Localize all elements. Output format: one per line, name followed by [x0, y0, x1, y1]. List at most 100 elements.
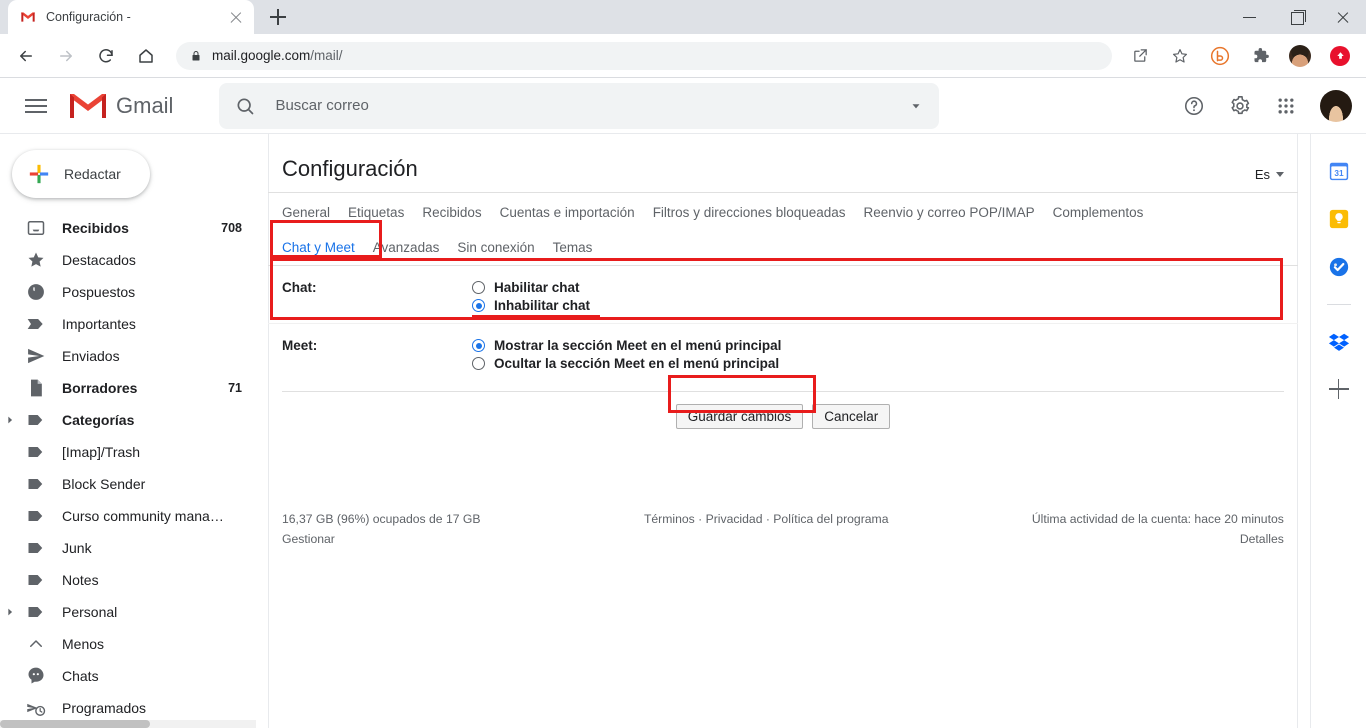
sidebar-item-categor-as[interactable]: Categorías	[0, 404, 256, 436]
expand-chevron-right-icon[interactable]	[0, 607, 20, 617]
sidebar-item-recibidos[interactable]: Recibidos 708	[0, 212, 256, 244]
sidebar-item-personal[interactable]: Personal	[0, 596, 256, 628]
sidebar-item-curso-community-mana[interactable]: Curso community mana…	[0, 500, 256, 532]
settings-tab-avanzadas[interactable]: Avanzadas	[373, 240, 440, 255]
meet-option[interactable]: Mostrar la sección Meet en el menú princ…	[472, 338, 781, 353]
svg-text:31: 31	[1334, 169, 1344, 178]
google-keep-icon[interactable]	[1328, 208, 1350, 230]
chat-bubble-icon	[26, 666, 46, 686]
settings-tab-chat-y-meet[interactable]: Chat y Meet	[282, 240, 355, 255]
window-controls	[1228, 0, 1366, 34]
label-icon	[26, 570, 46, 590]
search-icon	[235, 96, 255, 116]
sidebar-item-chats[interactable]: Chats	[0, 660, 256, 692]
settings-tab-complementos[interactable]: Complementos	[1053, 205, 1144, 220]
language-selector[interactable]: Es	[1255, 167, 1284, 182]
profile-avatar[interactable]	[1285, 41, 1315, 71]
radio-button[interactable]	[472, 339, 485, 352]
sidebar-item-junk[interactable]: Junk	[0, 532, 256, 564]
settings-tab-cuentas-e-importaci-n[interactable]: Cuentas e importación	[500, 205, 635, 220]
gmail-logo[interactable]: Gmail	[68, 91, 173, 121]
radio-label: Inhabilitar chat	[471, 298, 601, 318]
settings-tab-filtros-y-direcciones-bloqueadas[interactable]: Filtros y direcciones bloqueadas	[653, 205, 846, 220]
home-icon[interactable]	[131, 41, 161, 71]
browser-tab[interactable]: Configuración -	[8, 0, 254, 34]
search-input[interactable]	[275, 97, 910, 114]
expand-chevron-right-icon[interactable]	[0, 415, 20, 425]
settings-tab-temas[interactable]: Temas	[553, 240, 593, 255]
google-tasks-icon[interactable]	[1328, 256, 1350, 278]
meet-option[interactable]: Ocultar la sección Meet en el menú princ…	[472, 356, 781, 371]
sidebar-item-borradores[interactable]: Borradores 71	[0, 372, 256, 404]
browser-tabstrip: Configuración -	[0, 0, 1366, 34]
honey-extension-icon[interactable]	[1205, 41, 1235, 71]
sidebar-item-pospuestos[interactable]: Pospuestos	[0, 276, 256, 308]
manage-storage-link[interactable]: Gestionar	[282, 532, 616, 546]
address-bar[interactable]: mail.google.com/mail/	[176, 41, 1112, 70]
gmail-m-icon	[20, 9, 36, 25]
settings-tab-reenvio-y-correo-pop-imap[interactable]: Reenvio y correo POP/IMAP	[864, 205, 1035, 220]
sidebar-item-notes[interactable]: Notes	[0, 564, 256, 596]
side-panel-rail: 31	[1310, 134, 1366, 728]
radio-button[interactable]	[472, 357, 485, 370]
red-extension-icon[interactable]	[1325, 41, 1355, 71]
settings-tab-general[interactable]: General	[282, 205, 330, 220]
sidebar-item-label: Programados	[62, 700, 147, 716]
sidebar-item-imap-trash[interactable]: [Imap]/Trash	[0, 436, 256, 468]
compose-button[interactable]: Redactar	[12, 150, 150, 198]
sidebar-item-label: Destacados	[62, 252, 136, 268]
google-apps-grid-icon[interactable]	[1266, 86, 1306, 126]
radio-button[interactable]	[472, 281, 485, 294]
add-addon-plus-icon[interactable]	[1328, 379, 1349, 399]
settings-tab-sin-conexi-n[interactable]: Sin conexión	[457, 240, 534, 255]
main-menu-icon[interactable]	[12, 82, 60, 130]
cancel-button[interactable]: Cancelar	[812, 404, 891, 429]
settings-tab-etiquetas[interactable]: Etiquetas	[348, 205, 404, 220]
account-avatar[interactable]	[1320, 89, 1352, 122]
extensions-puzzle-icon[interactable]	[1245, 41, 1275, 71]
chevron-up-icon	[26, 634, 46, 654]
search-bar[interactable]	[219, 82, 940, 129]
footer-activity-col: Última actividad de la cuenta: hace 20 m…	[950, 512, 1284, 546]
chat-option[interactable]: Habilitar chat	[472, 280, 590, 295]
chat-option[interactable]: Inhabilitar chat	[471, 298, 601, 318]
help-icon[interactable]	[1174, 86, 1214, 126]
settings-tabs-row-2: Chat y Meet Avanzadas Sin conexión Temas	[268, 230, 1298, 266]
bookmark-star-icon[interactable]	[1165, 41, 1195, 71]
activity-details-link[interactable]: Detalles	[950, 532, 1284, 546]
maximize-icon[interactable]	[1274, 0, 1320, 34]
sidebar-horizontal-scrollbar[interactable]	[0, 720, 256, 728]
scrollbar-thumb[interactable]	[0, 720, 150, 728]
gmail-logo-text: Gmail	[116, 92, 174, 118]
close-window-icon[interactable]	[1320, 0, 1366, 34]
dropbox-icon[interactable]	[1328, 331, 1350, 353]
google-calendar-icon[interactable]: 31	[1328, 160, 1350, 182]
share-icon[interactable]	[1125, 41, 1155, 71]
new-tab-button[interactable]	[264, 3, 292, 31]
back-icon[interactable]	[11, 41, 41, 71]
save-button[interactable]: Guardar cambios	[675, 404, 804, 429]
gmail-header: Gmail	[0, 78, 1366, 134]
browser-tab-title: Configuración -	[46, 10, 131, 24]
radio-label: Habilitar chat	[494, 280, 580, 295]
chat-setting-label: Chat:	[282, 280, 317, 295]
settings-gear-icon[interactable]	[1220, 86, 1260, 126]
sidebar-item-label: Junk	[62, 540, 92, 556]
settings-action-buttons: Guardar cambios Cancelar	[282, 391, 1284, 429]
gmail-body: Redactar Recibidos 708 Destacados Pospuesto…	[0, 134, 1366, 728]
close-icon[interactable]	[228, 9, 244, 25]
sidebar-item-block-sender[interactable]: Block Sender	[0, 468, 256, 500]
sidebar-item-destacados[interactable]: Destacados	[0, 244, 256, 276]
search-options-chevron-down-icon[interactable]	[909, 99, 923, 113]
forward-icon[interactable]	[51, 41, 81, 71]
sidebar-item-enviados[interactable]: Enviados	[0, 340, 256, 372]
chevron-down-icon	[1276, 172, 1284, 177]
radio-button[interactable]	[472, 299, 485, 312]
sidebar-item-menos[interactable]: Menos	[0, 628, 256, 660]
minimize-icon[interactable]	[1228, 0, 1274, 34]
sidebar-item-importantes[interactable]: Importantes	[0, 308, 256, 340]
settings-tab-recibidos[interactable]: Recibidos	[422, 205, 481, 220]
label-icon	[26, 538, 46, 558]
reload-icon[interactable]	[91, 41, 121, 71]
legal-links[interactable]: Términos · Privacidad · Política del pro…	[644, 512, 950, 526]
